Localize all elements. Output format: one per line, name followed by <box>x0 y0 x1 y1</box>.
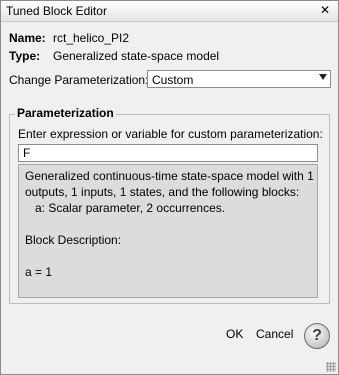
type-label: Type: <box>9 49 41 63</box>
window-title: Tuned Block Editor <box>6 4 107 18</box>
parameterization-group-title: Parameterization <box>15 106 116 120</box>
description-line: a = 1 <box>25 265 53 279</box>
description-line: ​ <box>25 216 311 232</box>
parameterization-dropdown[interactable]: Custom <box>147 70 331 88</box>
name-value: rct_helico_PI2 <box>53 31 130 45</box>
close-icon[interactable]: ✕ <box>318 2 332 18</box>
tuned-block-editor-window: Tuned Block Editor ✕ Name: rct_helico_PI… <box>0 0 339 375</box>
dropdown-selected-value: Custom <box>152 73 194 87</box>
expression-input[interactable] <box>18 144 318 162</box>
description-line: Generalized continuous-time state-space … <box>25 169 314 183</box>
description-line: ​ <box>25 248 311 264</box>
ok-button[interactable]: OK <box>226 327 243 343</box>
model-description-box: Generalized continuous-time state-space … <box>18 164 318 298</box>
resize-grip[interactable] <box>326 362 336 372</box>
description-line: Block Description: <box>25 233 122 247</box>
cancel-button[interactable]: Cancel <box>256 327 293 343</box>
expression-label: Enter expression or variable for custom … <box>18 127 323 141</box>
change-parameterization-label: Change Parameterization: <box>9 73 149 87</box>
title-bar: Tuned Block Editor ✕ <box>1 1 338 22</box>
type-value: Generalized state-space model <box>53 49 220 63</box>
help-icon[interactable]: ? <box>304 323 330 349</box>
name-label: Name: <box>9 31 46 45</box>
description-line: a: Scalar parameter, 2 occurrences. <box>25 201 226 215</box>
chevron-down-icon[interactable] <box>319 74 327 80</box>
description-line: outputs, 1 inputs, 1 states, and the fol… <box>25 185 300 199</box>
